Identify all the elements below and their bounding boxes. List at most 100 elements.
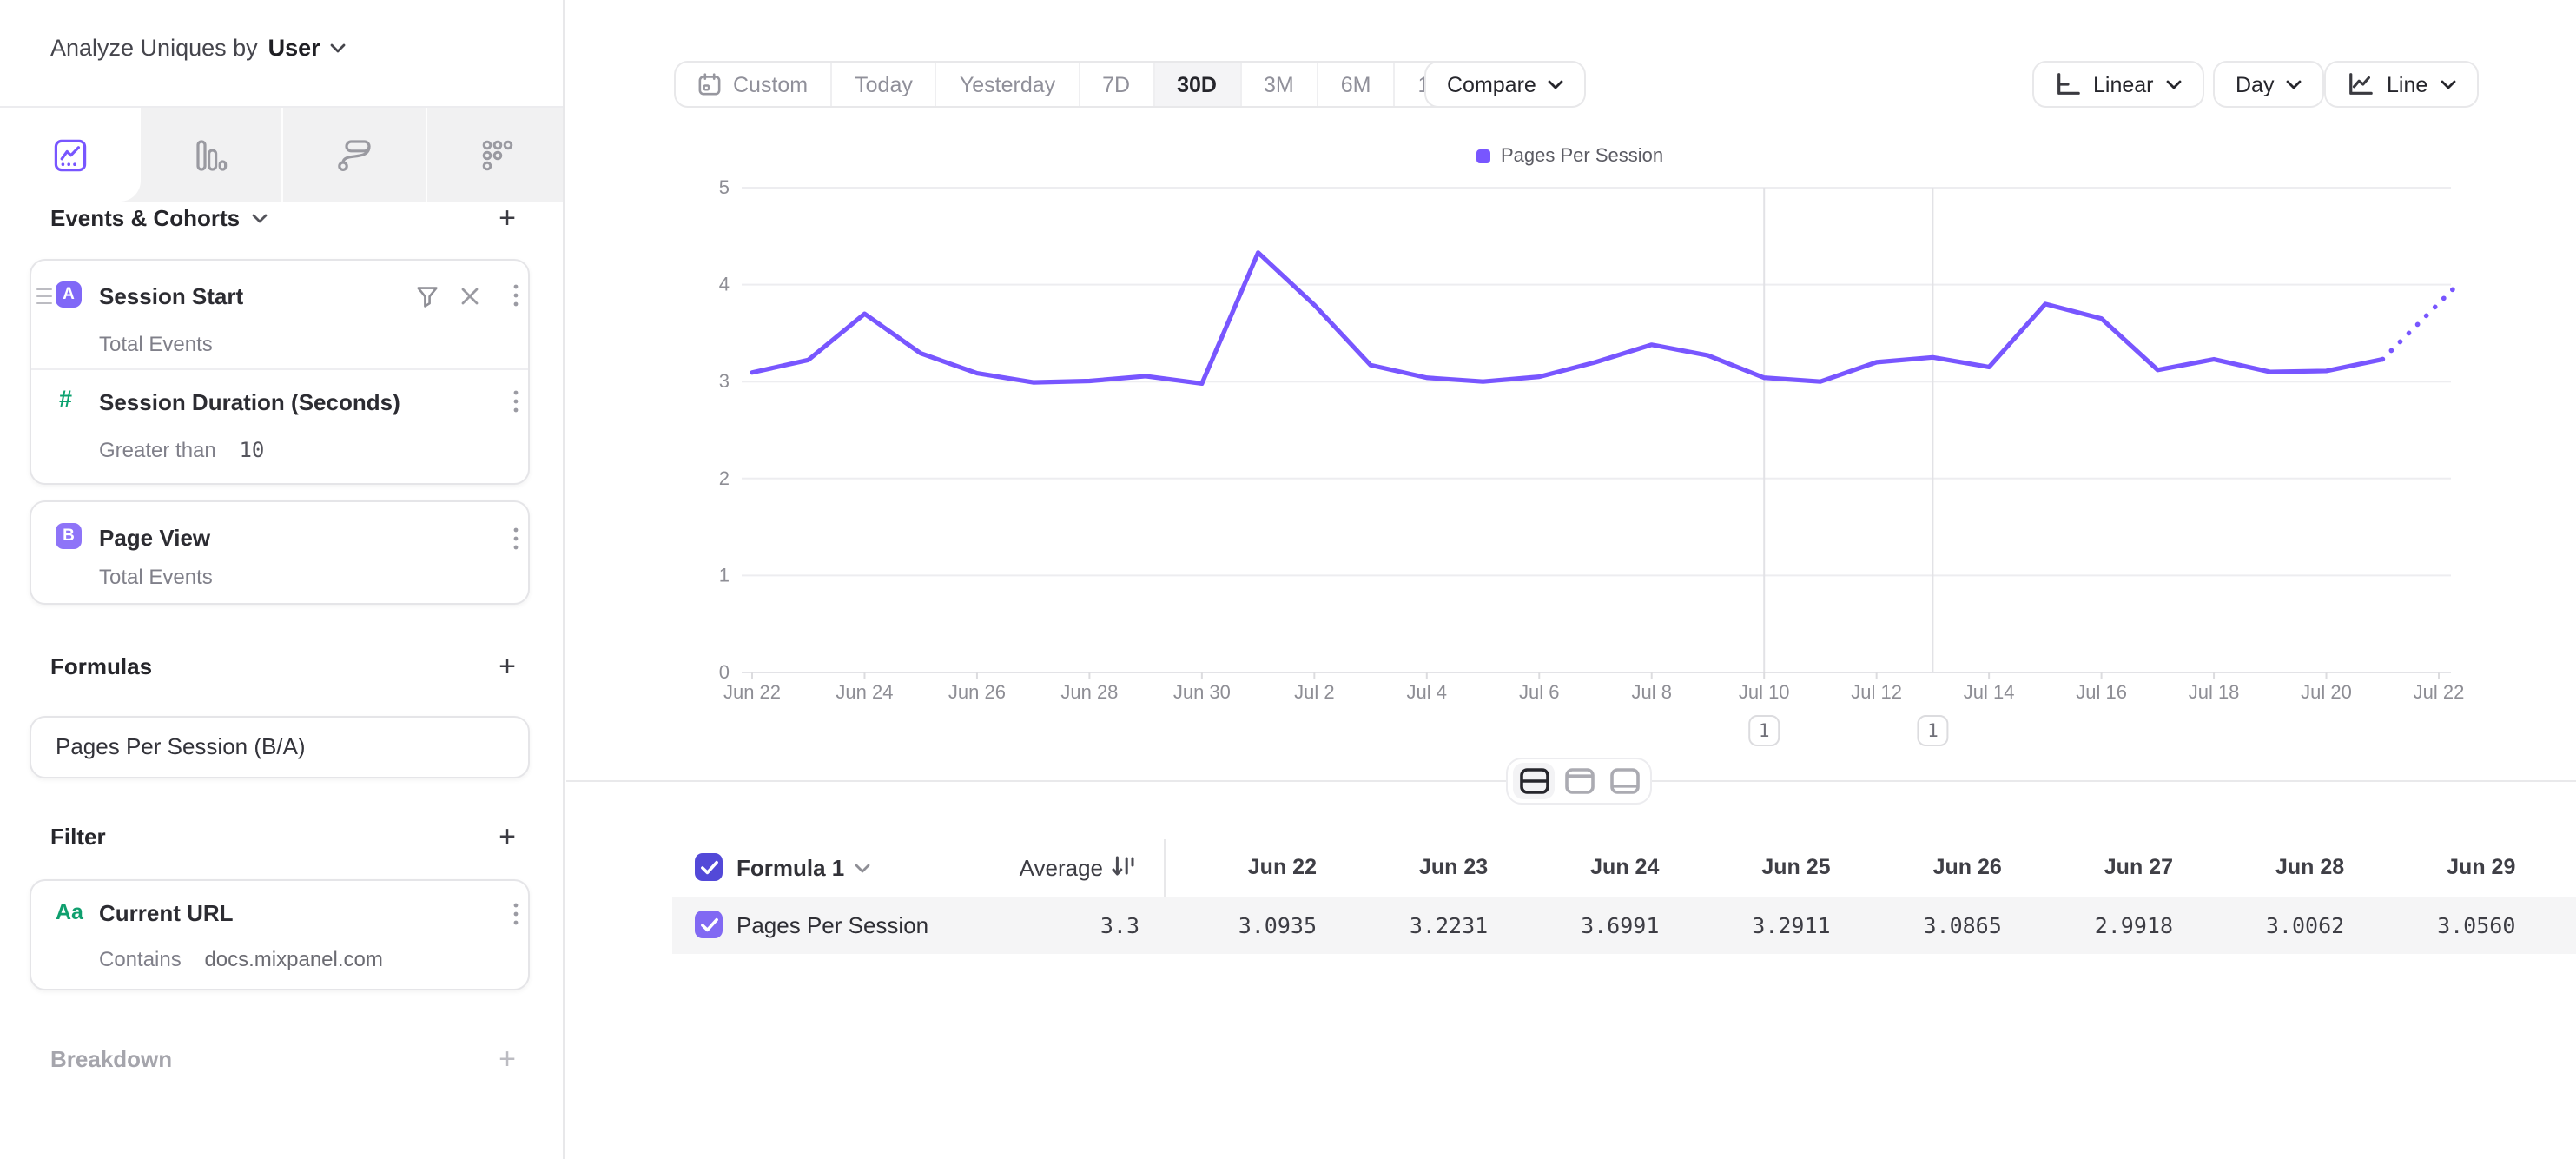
column-header-jun-27[interactable]: Jun 27 (2017, 855, 2173, 879)
view-toggle-chart[interactable] (1558, 763, 1600, 799)
event-aggregation[interactable]: Total Events (99, 565, 213, 589)
linear-axis-icon (2055, 71, 2081, 97)
tab-funnels[interactable] (141, 108, 281, 202)
retention-dots-icon (481, 138, 514, 171)
row-checkbox[interactable] (695, 911, 723, 938)
formula-card[interactable]: Pages Per Session (B/A) (30, 716, 530, 778)
kebab-menu-icon[interactable] (505, 902, 526, 926)
filter-funnel-icon[interactable] (417, 287, 438, 308)
cell-jun-25: 3.2911 (1674, 912, 1831, 938)
x-axis-tick-label: Jul 4 (1407, 681, 1447, 703)
filter-card-current-url[interactable]: Aa Current URL Contains docs.mixpanel.co… (30, 879, 530, 990)
events-cohorts-heading[interactable]: Events & Cohorts (50, 205, 268, 231)
string-property-icon: Aa (56, 900, 83, 924)
drag-handle-icon[interactable] (36, 288, 52, 309)
range-custom[interactable]: Custom (676, 63, 830, 106)
x-axis-tick-label: Jul 8 (1631, 681, 1671, 703)
scale-dropdown[interactable]: Linear (2032, 61, 2204, 108)
x-axis-tick-label: Jun 28 (1060, 681, 1118, 703)
column-header-jun-24[interactable]: Jun 24 (1503, 855, 1659, 879)
y-axis-tick-label: 1 (719, 564, 730, 586)
range-label: Yesterday (960, 72, 1055, 96)
column-header-jun-28[interactable]: Jun 28 (2188, 855, 2344, 879)
column-header-jun-22[interactable]: Jun 22 (1160, 855, 1317, 879)
event-title[interactable]: Page View (99, 525, 210, 551)
view-toggle-split[interactable] (1513, 763, 1555, 799)
x-axis-tick-label: Jul 22 (2414, 681, 2465, 703)
range-today[interactable]: Today (830, 63, 935, 106)
x-axis-tick-label: Jun 24 (836, 681, 893, 703)
filter-condition[interactable]: Contains docs.mixpanel.com (99, 947, 383, 971)
range-yesterday[interactable]: Yesterday (935, 63, 1078, 106)
analyze-mode-dropdown[interactable]: User (268, 35, 320, 61)
condition-value[interactable]: docs.mixpanel.com (204, 947, 382, 971)
event-card-session-start[interactable]: A Session Start Total Events # Session D… (30, 259, 530, 485)
add-breakdown-button[interactable]: + (493, 1046, 521, 1074)
column-header-jun-25[interactable]: Jun 25 (1674, 855, 1831, 879)
annotation-marker[interactable]: 1 (1918, 716, 1947, 745)
kebab-menu-icon[interactable] (505, 527, 526, 551)
x-axis-tick-label: Jul 6 (1519, 681, 1559, 703)
y-axis-tick-label: 5 (719, 176, 730, 198)
range-label: Today (855, 72, 913, 96)
line-chart-icon (2347, 71, 2375, 97)
range-6m[interactable]: 6M (1317, 63, 1394, 106)
line-chart[interactable]: 01234511Jun 22Jun 24Jun 26Jun 28Jun 30Ju… (563, 148, 2576, 777)
column-header-jun-23[interactable]: Jun 23 (1331, 855, 1488, 879)
range-label: 3M (1264, 72, 1294, 96)
annotation-marker[interactable]: 1 (1749, 716, 1779, 745)
range-label: 7D (1102, 72, 1130, 96)
range-30d[interactable]: 30D (1153, 63, 1239, 106)
chart-type-dropdown[interactable]: Line (2324, 61, 2478, 108)
svg-text:1: 1 (1927, 720, 1939, 741)
chevron-down-icon (1549, 79, 1564, 89)
event-aggregation[interactable]: Total Events (99, 332, 213, 356)
breakdown-label: Breakdown (50, 1046, 172, 1072)
sort-descending-icon[interactable] (1112, 855, 1136, 878)
column-header-jun-29[interactable]: Jun 29 (2359, 855, 2515, 879)
remove-event-icon[interactable] (460, 287, 479, 306)
range-label: 30D (1177, 72, 1217, 96)
filter-label: Filter (50, 824, 106, 850)
cell-jun-24: 3.6991 (1503, 912, 1659, 938)
kebab-menu-icon[interactable] (505, 389, 526, 414)
add-formula-button[interactable]: + (493, 653, 521, 681)
cell-jun-23: 3.2231 (1331, 912, 1488, 938)
property-condition[interactable]: Greater than 10 (99, 438, 264, 462)
interval-label: Day (2236, 72, 2274, 96)
event-title[interactable]: Session Start (99, 283, 243, 309)
view-toggle-table[interactable] (1603, 763, 1645, 799)
formula-expression[interactable]: Pages Per Session (B/A) (56, 718, 306, 777)
x-axis-tick-label: Jul 18 (2189, 681, 2240, 703)
range-3m[interactable]: 3M (1239, 63, 1317, 106)
formulas-label: Formulas (50, 653, 152, 679)
column-header-jun-26[interactable]: Jun 26 (1846, 855, 2002, 879)
condition-operator[interactable]: Greater than (99, 438, 216, 462)
range-label: Custom (733, 72, 808, 96)
condition-operator[interactable]: Contains (99, 947, 182, 971)
x-axis-tick-label: Jun 22 (723, 681, 781, 703)
tab-flows[interactable] (281, 108, 424, 202)
series-line-pages-per-session (752, 253, 2382, 384)
add-event-button[interactable]: + (493, 205, 521, 233)
filter-heading: Filter (50, 824, 106, 850)
interval-dropdown[interactable]: Day (2213, 61, 2324, 108)
kebab-menu-icon[interactable] (505, 283, 526, 308)
property-title[interactable]: Session Duration (Seconds) (99, 389, 400, 415)
event-card-page-view[interactable]: B Page View Total Events (30, 500, 530, 605)
compare-button[interactable]: Compare (1424, 61, 1587, 108)
numeric-property-icon: # (59, 386, 72, 412)
range-7d[interactable]: 7D (1078, 63, 1153, 106)
report-main-panel: CustomTodayYesterday7D30D3M6M12M Compare… (565, 0, 2576, 1159)
condition-value[interactable]: 10 (239, 438, 264, 462)
cell-jun-22: 3.0935 (1160, 912, 1317, 938)
add-filter-button[interactable]: + (493, 824, 521, 851)
event-badge-b: B (56, 523, 82, 549)
select-all-checkbox[interactable] (695, 853, 723, 881)
x-axis-tick-label: Jul 12 (1851, 681, 1902, 703)
average-column-header[interactable]: Average (842, 855, 1103, 881)
tab-retention[interactable] (426, 108, 568, 202)
projection-dotted-line (2382, 289, 2453, 359)
tab-insights[interactable] (0, 108, 141, 202)
filter-property-title[interactable]: Current URL (99, 900, 234, 926)
